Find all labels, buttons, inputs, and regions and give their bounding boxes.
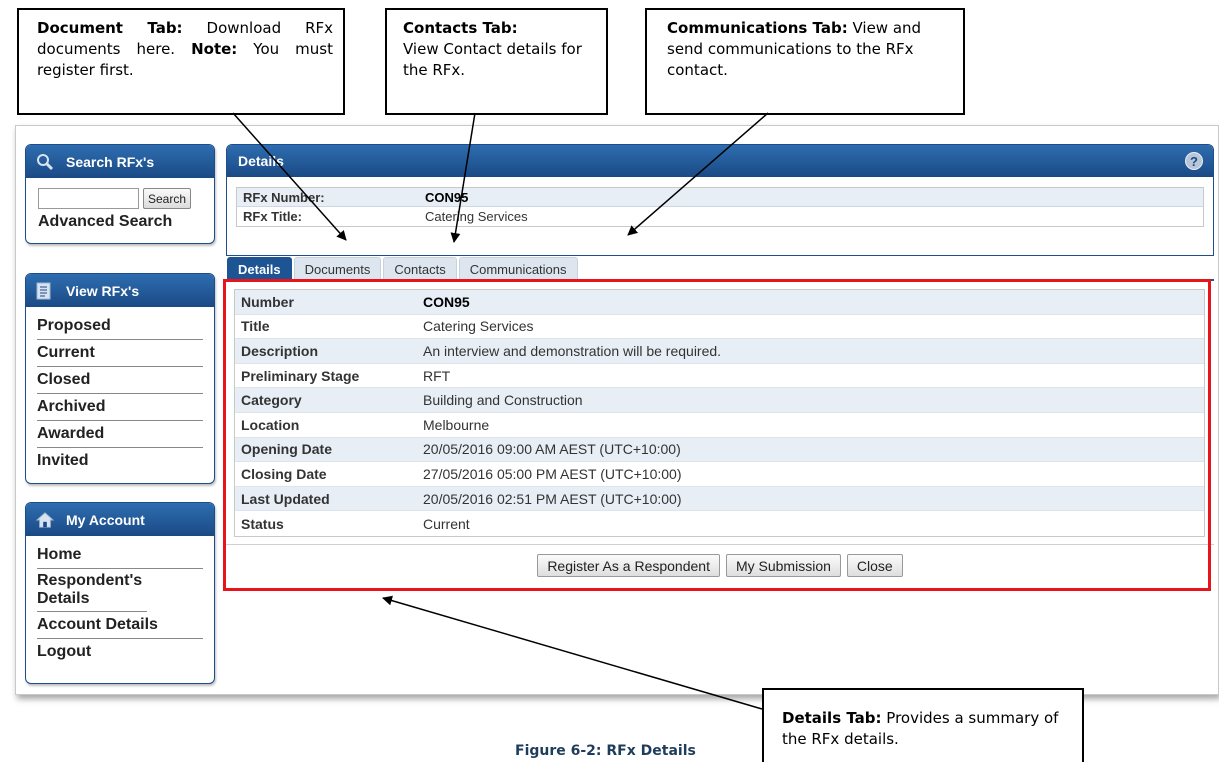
- details-row: Last Updated 20/05/2016 02:51 PM AEST (UT…: [235, 486, 1204, 512]
- tab-details[interactable]: Details: [227, 257, 292, 280]
- details-value: An interview and demonstration will be r…: [423, 342, 722, 359]
- summary-value: Catering Services: [425, 209, 528, 224]
- close-button[interactable]: Close: [846, 554, 903, 577]
- rfx-tabs: Details Documents Contacts Communication…: [227, 257, 580, 280]
- details-row: Location Melbourne: [235, 413, 1204, 438]
- details-label: Description: [241, 342, 319, 359]
- callout-document-tab: Document Tab: Download RFx documents her…: [17, 8, 345, 115]
- details-row: Preliminary Stage RFT: [235, 364, 1204, 389]
- rfx-summary-table: RFx Number: CON95 RFx Title: Catering Se…: [236, 187, 1204, 227]
- details-row: Description An interview and demonstratio…: [235, 339, 1204, 364]
- details-label: Closing Date: [241, 465, 327, 482]
- my-account-panel: My Account Home Respondent's Details Acc…: [25, 502, 215, 684]
- advanced-search-link[interactable]: Advanced Search: [26, 209, 214, 231]
- nav-respondents-details[interactable]: Respondent's Details: [37, 569, 147, 612]
- search-panel: Search RFx's Search Advanced Search: [25, 144, 215, 244]
- details-value: 20/05/2016 02:51 PM AEST (UTC+10:00): [423, 490, 682, 507]
- nav-logout[interactable]: Logout: [37, 639, 203, 665]
- details-value: Catering Services: [423, 318, 534, 335]
- details-value: 20/05/2016 09:00 AM AEST (UTC+10:00): [423, 441, 681, 458]
- nav-invited[interactable]: Invited: [37, 448, 203, 474]
- summary-label: RFx Number:: [243, 189, 325, 205]
- summary-value: CON95: [425, 189, 469, 205]
- document-list-icon: [36, 282, 54, 300]
- details-value: RFT: [423, 367, 451, 384]
- tab-communications[interactable]: Communications: [458, 257, 578, 280]
- details-row: Closing Date 27/05/2016 05:00 PM AEST (UT…: [235, 462, 1204, 487]
- details-value: Building and Construction: [423, 392, 583, 409]
- search-panel-header: Search RFx's: [26, 145, 214, 178]
- details-row: Title Catering Services: [235, 315, 1204, 340]
- nav-account-details[interactable]: Account Details: [37, 612, 203, 639]
- nav-closed[interactable]: Closed: [37, 367, 203, 394]
- summary-row: RFx Number: CON95: [237, 188, 1203, 207]
- view-rfx-panel: View RFx's Proposed Current Closed Archi…: [25, 273, 215, 484]
- nav-home[interactable]: Home: [37, 542, 203, 569]
- summary-row: RFx Title: Catering Services: [237, 207, 1203, 226]
- nav-awarded[interactable]: Awarded: [37, 421, 203, 448]
- view-rfx-panel-title: View RFx's: [66, 282, 140, 299]
- details-label: Category: [241, 392, 302, 409]
- tab-documents[interactable]: Documents: [293, 257, 382, 280]
- rfx-details-screenshot: Search RFx's Search Advanced Search View…: [15, 125, 1219, 695]
- details-value: Melbourne: [423, 416, 490, 433]
- search-input[interactable]: [38, 188, 139, 209]
- details-value: Current: [423, 515, 470, 532]
- action-buttons: Register As a Respondent My Submission C…: [226, 544, 1214, 584]
- details-tab-content: Number CON95 Title Catering Services Descrip…: [226, 281, 1214, 591]
- details-label: Location: [241, 416, 300, 433]
- callout-communications-tab: Communications Tab: View and send commun…: [645, 8, 965, 115]
- details-panel-header: Details: [227, 145, 1213, 177]
- summary-label: RFx Title:: [243, 209, 302, 224]
- my-account-panel-title: My Account: [66, 511, 145, 528]
- details-label: Opening Date: [241, 441, 333, 458]
- details-row: Category Building and Construction: [235, 388, 1204, 413]
- callout-details-tab: Details Tab: Provides a summary of the R…: [762, 688, 1084, 762]
- tab-contacts[interactable]: Contacts: [383, 257, 457, 280]
- register-as-respondent-button[interactable]: Register As a Respondent: [537, 554, 720, 577]
- search-button[interactable]: Search: [143, 188, 192, 209]
- callout-contacts-tab: Contacts Tab: View Contact details for th…: [385, 8, 608, 115]
- details-panel: Details ? RFx Number: CON95 RFx Title: C…: [226, 144, 1214, 256]
- details-label: Title: [241, 318, 270, 335]
- figure-caption: Figure 6-2: RFx Details: [515, 743, 696, 759]
- nav-archived[interactable]: Archived: [37, 394, 203, 421]
- details-label: Status: [241, 515, 284, 532]
- details-label: Preliminary Stage: [241, 367, 360, 384]
- details-row: Opening Date 20/05/2016 09:00 AM AEST (UT…: [235, 437, 1204, 463]
- details-row: Status Current: [235, 511, 1204, 536]
- details-label: Number: [241, 293, 294, 310]
- search-panel-title: Search RFx's: [66, 153, 155, 170]
- my-account-panel-header: My Account: [26, 503, 214, 536]
- nav-proposed[interactable]: Proposed: [37, 313, 203, 340]
- nav-current[interactable]: Current: [37, 340, 203, 367]
- search-icon: [36, 153, 54, 171]
- details-value: CON95: [423, 293, 470, 310]
- view-rfx-panel-header: View RFx's: [26, 274, 214, 307]
- details-panel-title: Details: [238, 153, 284, 169]
- home-icon: [36, 511, 54, 529]
- my-submission-button[interactable]: My Submission: [725, 554, 841, 577]
- help-icon[interactable]: ?: [1185, 152, 1203, 170]
- details-label: Last Updated: [241, 490, 330, 507]
- details-row: Number CON95: [235, 290, 1204, 315]
- rfx-details-table: Number CON95 Title Catering Services Descrip…: [234, 289, 1205, 537]
- details-value: 27/05/2016 05:00 PM AEST (UTC+10:00): [423, 465, 682, 482]
